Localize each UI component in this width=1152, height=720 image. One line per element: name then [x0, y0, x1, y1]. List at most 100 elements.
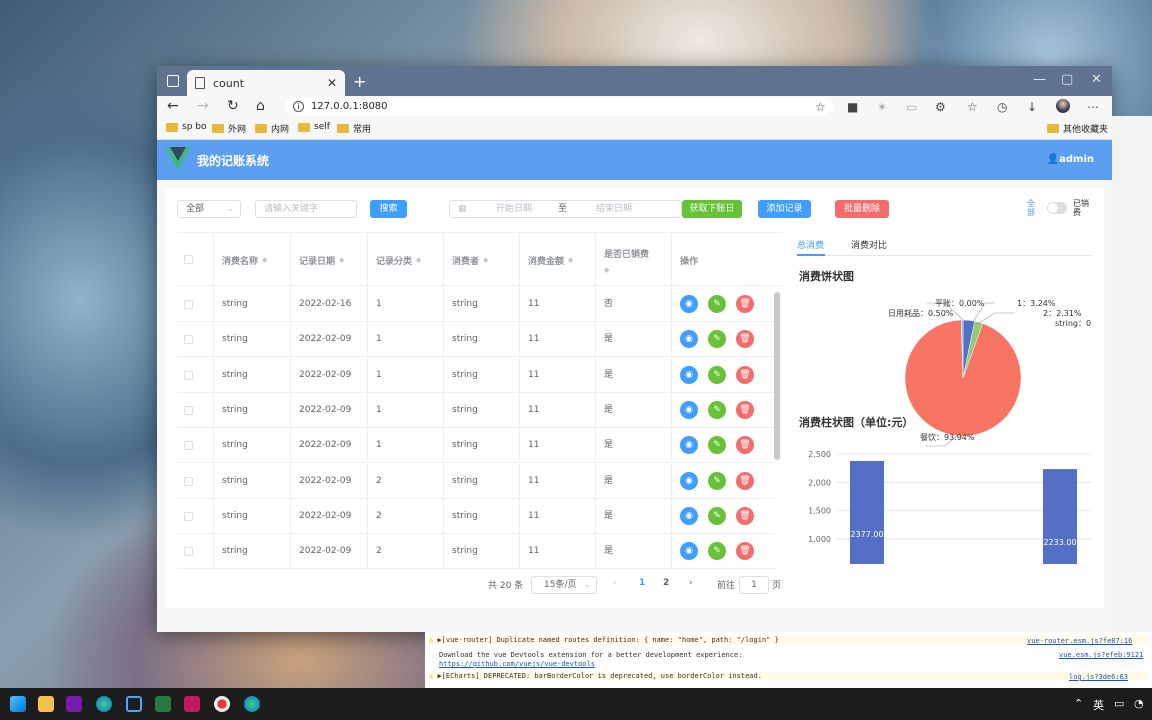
table-row[interactable]: string 2022-02-09 1 string 11 是 ◉ ✎ 🗑: [177, 322, 777, 358]
maximize-icon[interactable]: ▢: [1061, 72, 1073, 87]
date-range-picker[interactable]: ▦ 开始日期 至 结束日期: [449, 200, 682, 218]
bar-chart[interactable]: 2,500 2,000 1,500 1,000 2377.00 2233.00: [795, 444, 1095, 564]
new-tab-icon[interactable]: +: [353, 72, 366, 91]
edit-icon[interactable]: ✎: [708, 295, 726, 313]
sort-icon[interactable]: ◆: [262, 256, 267, 264]
table-row[interactable]: string 2022-02-09 2 string 11 是 ◉ ✎ 🗑: [177, 498, 777, 534]
edit-icon[interactable]: ✎: [708, 330, 726, 349]
header-name[interactable]: 消费名称 ◆: [213, 233, 290, 287]
onenote-icon[interactable]: [66, 696, 82, 712]
table-row[interactable]: string 2022-02-09 1 string 11 是 ◉ ✎ 🗑: [177, 357, 777, 393]
sort-icon[interactable]: ◆: [604, 266, 609, 274]
start-icon[interactable]: [10, 696, 26, 712]
table-scrollbar[interactable]: [774, 292, 780, 460]
delete-icon[interactable]: 🗑: [736, 471, 754, 490]
delete-icon[interactable]: 🗑: [736, 295, 754, 313]
close-tab-icon[interactable]: ✕: [327, 76, 337, 90]
row-checkbox[interactable]: [184, 405, 193, 415]
browser-tab[interactable]: count ✕: [187, 70, 345, 96]
delete-icon[interactable]: 🗑: [736, 330, 754, 349]
row-checkbox[interactable]: [184, 300, 193, 309]
view-icon[interactable]: ◉: [680, 506, 698, 525]
view-icon[interactable]: ◉: [680, 295, 698, 313]
close-window-icon[interactable]: ✕: [1091, 72, 1102, 87]
scope-select[interactable]: 全部 ⌄: [177, 200, 241, 218]
bookmark-folder[interactable]: sp bo: [166, 122, 206, 132]
extension-icon[interactable]: ■: [847, 100, 858, 114]
row-checkbox[interactable]: [184, 370, 193, 380]
row-checkbox[interactable]: [184, 441, 193, 451]
delete-icon[interactable]: 🗑: [736, 506, 754, 525]
edit-icon[interactable]: ✎: [708, 365, 726, 384]
row-checkbox[interactable]: [184, 335, 193, 345]
console-source-link[interactable]: vue-router.esm.js?fe87:16: [1027, 637, 1132, 645]
file-explorer-icon[interactable]: [38, 696, 54, 712]
bar-1[interactable]: [850, 460, 884, 564]
goto-page-input[interactable]: 1: [739, 576, 769, 594]
ime-indicator[interactable]: 英: [1093, 697, 1104, 713]
view-icon[interactable]: ◉: [680, 471, 698, 490]
view-icon[interactable]: ◉: [680, 542, 698, 561]
edge-icon[interactable]: [96, 696, 112, 712]
keyword-input[interactable]: 请输入关键字: [255, 200, 357, 218]
sort-icon[interactable]: ◆: [483, 256, 488, 264]
home-icon[interactable]: ⌂: [256, 98, 265, 114]
console-source-link[interactable]: log.js?3de6:63: [1069, 673, 1128, 681]
history-icon[interactable]: ◷: [997, 100, 1007, 114]
select-all-checkbox[interactable]: [184, 255, 193, 264]
header-consumer[interactable]: 消费者 ◆: [443, 233, 519, 287]
view-icon[interactable]: ◉: [680, 400, 698, 419]
minimize-icon[interactable]: —: [1033, 72, 1046, 87]
page-1[interactable]: 1: [639, 578, 645, 588]
page-2[interactable]: 2: [663, 578, 669, 588]
user-menu[interactable]: 👤admin: [1047, 154, 1094, 165]
address-bar[interactable]: i 127.0.0.1:8080: [285, 97, 833, 116]
view-icon[interactable]: ◉: [680, 330, 698, 349]
row-checkbox[interactable]: [184, 476, 193, 486]
sort-icon[interactable]: ◆: [339, 256, 344, 264]
network-icon[interactable]: ▭: [1114, 697, 1124, 710]
edit-icon[interactable]: ✎: [708, 400, 726, 419]
tray-chevron-icon[interactable]: ⌃: [1074, 697, 1083, 710]
delete-icon[interactable]: 🗑: [736, 400, 754, 419]
table-row[interactable]: string 2022-02-09 1 string 11 是 ◉ ✎ 🗑: [177, 392, 777, 428]
table-row[interactable]: string 2022-02-09 2 string 11 是 ◉ ✎ 🗑: [177, 463, 777, 499]
prev-page-icon[interactable]: ‹: [613, 578, 617, 588]
more-icon[interactable]: ⋯: [1087, 100, 1099, 114]
info-icon[interactable]: i: [293, 101, 304, 112]
sort-icon[interactable]: ◆: [568, 256, 573, 264]
favorites-icon[interactable]: ☆: [967, 100, 978, 114]
intellij-icon[interactable]: [184, 696, 200, 712]
page-size-select[interactable]: 15条/页 ⌄: [531, 576, 597, 594]
tab-compare[interactable]: 消费对比: [851, 238, 887, 251]
edit-icon[interactable]: ✎: [708, 506, 726, 525]
view-icon[interactable]: ◉: [680, 436, 698, 455]
notification-icon[interactable]: ◔: [1134, 697, 1144, 710]
favorite-star-icon[interactable]: ☆: [815, 100, 826, 114]
bookmark-folder[interactable]: 外网: [212, 122, 246, 135]
table-row[interactable]: string 2022-02-16 1 string 11 否 ◉ ✎ 🗑: [177, 287, 777, 322]
profile-avatar[interactable]: [1056, 99, 1070, 113]
recorder-icon[interactable]: [214, 696, 230, 712]
store-icon[interactable]: [126, 696, 142, 712]
bookmark-folder[interactable]: 内网: [255, 122, 289, 135]
download-icon[interactable]: ↓: [1027, 100, 1037, 114]
search-button[interactable]: 搜索: [370, 200, 407, 218]
delete-icon[interactable]: 🗑: [736, 436, 754, 455]
add-record-button[interactable]: 添加记录: [758, 200, 811, 218]
console-link[interactable]: https://github.com/vuejs/vue-devtools: [439, 660, 595, 668]
extension2-icon[interactable]: ✶: [877, 100, 887, 114]
batch-delete-button[interactable]: 批量删除: [835, 200, 889, 218]
extensions-icon[interactable]: ⚙: [935, 100, 946, 114]
tab-total[interactable]: 总消费: [797, 238, 824, 251]
bar-2[interactable]: [1043, 469, 1077, 564]
webstorm-icon[interactable]: [155, 696, 171, 712]
settled-toggle[interactable]: [1047, 202, 1067, 214]
table-row[interactable]: string 2022-02-09 1 string 11 是 ◉ ✎ 🗑: [177, 428, 777, 464]
view-icon[interactable]: ◉: [680, 365, 698, 384]
forward-icon[interactable]: →: [197, 98, 209, 114]
header-amount[interactable]: 消费金额 ◆: [519, 233, 595, 287]
edge-dev-icon[interactable]: [244, 696, 260, 712]
edit-icon[interactable]: ✎: [708, 542, 726, 561]
header-settled[interactable]: 是否已销费 ◆: [595, 233, 671, 287]
